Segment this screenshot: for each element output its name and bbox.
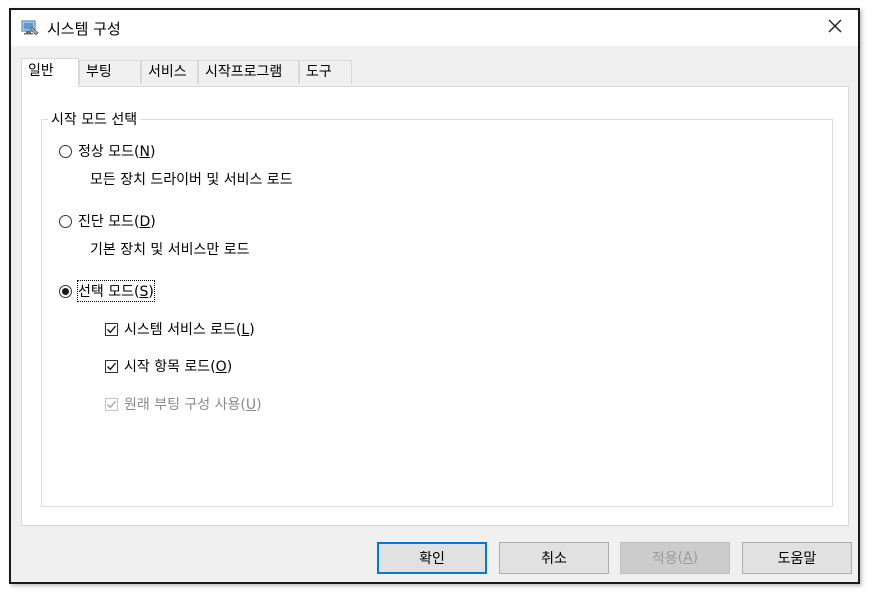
cancel-button[interactable]: 취소 [499,542,609,574]
apply-button: 적용(A) [620,542,730,574]
radio-label: 진단 모드(D) [78,214,156,230]
system-config-dialog: 시스템 구성 일반 부팅 서비스 시작프로그램 도구 시작 모드 선택 정상 모… [9,8,860,584]
checkmark-icon [107,325,117,333]
checkmark-icon [107,400,117,408]
radio-normal-startup[interactable]: 정상 모드(N) [59,141,155,161]
close-icon [828,19,842,37]
tab-general[interactable]: 일반 [21,58,79,87]
close-button[interactable] [812,10,858,46]
radio-diagnostic[interactable] [59,214,72,228]
ok-button[interactable]: 확인 [377,542,487,574]
checkmark-icon [107,362,117,370]
radio-diagnostic-startup[interactable]: 진단 모드(D) [59,211,156,231]
check-load-system-services[interactable]: 시스템 서비스 로드(L) [105,319,255,339]
title-bar: 시스템 구성 [11,10,858,46]
window-title: 시스템 구성 [47,20,121,38]
radio-selective-startup[interactable]: 선택 모드(S) [59,280,155,302]
checkbox-original-boot-config [105,397,118,411]
check-use-original-boot-config: 원래 부팅 구성 사용(U) [105,394,262,414]
radio-label: 정상 모드(N) [78,144,156,160]
check-load-startup-items[interactable]: 시작 항목 로드(O) [105,356,232,376]
tab-boot[interactable]: 부팅 [79,60,141,84]
general-tab-panel: 시작 모드 선택 정상 모드(N) 모든 장치 드라이버 및 서비스 로드 진단… [21,86,849,526]
checkbox-label: 원래 부팅 구성 사용(U) [124,397,262,413]
tab-startup[interactable]: 시작프로그램 [198,60,299,84]
checkbox-system-services[interactable] [105,322,118,336]
group-title: 시작 모드 선택 [48,109,141,129]
screenshot-frame: 시스템 구성 일반 부팅 서비스 시작프로그램 도구 시작 모드 선택 정상 모… [0,0,876,598]
normal-description: 모든 장치 드라이버 및 서비스 로드 [90,172,293,188]
checkbox-startup-items[interactable] [105,359,118,373]
checkbox-label: 시작 항목 로드(O) [124,359,233,375]
radio-normal[interactable] [59,144,72,158]
checkbox-label: 시스템 서비스 로드(L) [124,322,255,338]
tab-services[interactable]: 서비스 [141,60,198,84]
radio-label: 선택 모드(S) [77,280,155,302]
tab-tools[interactable]: 도구 [299,60,352,84]
diagnostic-description: 기본 장치 및 서비스만 로드 [90,242,250,258]
system-config-icon [21,19,39,37]
radio-selective[interactable] [59,284,72,298]
help-button[interactable]: 도움말 [742,542,852,574]
